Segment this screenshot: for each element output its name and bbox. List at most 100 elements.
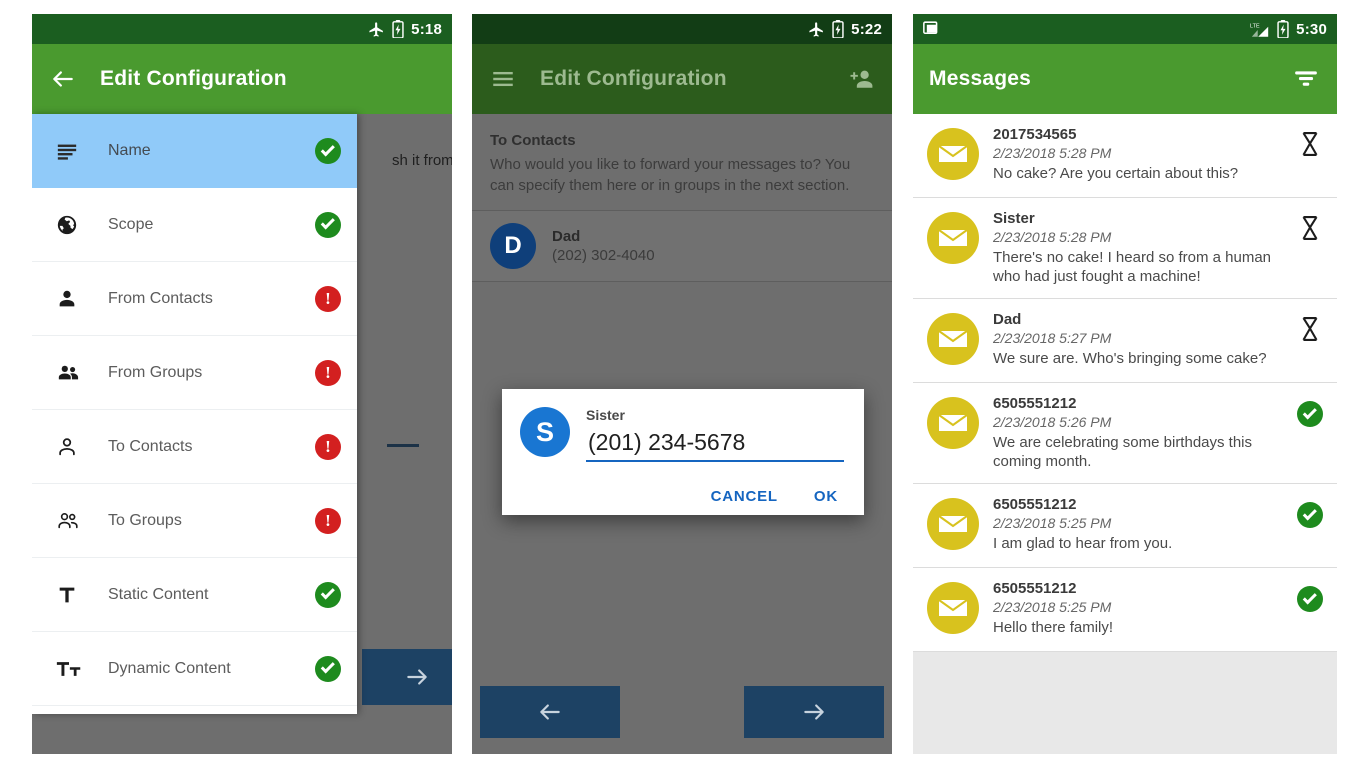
sidebar-item-dynamic-content[interactable]: Dynamic Content (32, 632, 357, 706)
app-toolbar: Messages (913, 44, 1337, 114)
envelope-icon (927, 128, 979, 180)
message-sender: 6505551212 (993, 580, 1077, 597)
list-item[interactable]: 6505551212 2/23/2018 5:25 PM Hello there… (913, 568, 1337, 652)
airplane-icon (808, 21, 825, 38)
sidebar-item-from-groups[interactable]: From Groups ! (32, 336, 357, 410)
configuration-page-body: sh it from Name Scope From Contacts ! Fr… (32, 114, 452, 754)
avatar: D (490, 223, 536, 269)
status-badge (315, 138, 341, 164)
wizard-navigation (472, 686, 892, 738)
status-badge (1297, 401, 1323, 427)
message-body: Hello there family! (993, 619, 1114, 636)
message-body: No cake? Are you certain about this? (993, 165, 1239, 182)
page-title: Edit Configuration (540, 67, 727, 90)
status-bar-right: 5:22 (808, 20, 882, 38)
back-arrow-icon[interactable] (48, 64, 78, 94)
status-badge (1297, 317, 1323, 341)
sidebar-item-name[interactable]: Name (32, 114, 357, 188)
person-filled-icon (56, 288, 86, 310)
svg-text:LTE: LTE (1250, 23, 1260, 29)
sidebar-item-label: From Contacts (108, 289, 213, 307)
status-badge: ! (315, 507, 341, 534)
status-badge: ! (315, 285, 341, 312)
envelope-icon (927, 582, 979, 634)
status-badge (315, 655, 341, 682)
section-header: To Contacts Who would you like to forwar… (472, 114, 892, 196)
previous-step-button[interactable] (480, 686, 620, 738)
status-badge (315, 211, 341, 238)
list-item[interactable]: 6505551212 2/23/2018 5:25 PM I am glad t… (913, 484, 1337, 568)
status-bar-clock: 5:18 (411, 20, 442, 38)
message-body: I am glad to hear from you. (993, 535, 1173, 552)
page-title: Messages (929, 67, 1031, 90)
status-bar-clock: 5:22 (851, 20, 882, 38)
filter-icon[interactable] (1291, 64, 1321, 94)
phone-screen-to-contacts-dialog: 5:22 Edit Configuration To Contacts Who … (472, 14, 892, 754)
add-person-icon[interactable] (846, 64, 876, 94)
sidebar-item-label: Name (108, 142, 151, 159)
contact-number: (202) 302-4040 (552, 247, 655, 264)
dialog-content: Sister CANCEL OK (586, 407, 844, 505)
contact-name: Dad (552, 228, 581, 245)
message-timestamp: 2/23/2018 5:25 PM (993, 515, 1112, 531)
sidebar-item-label: To Groups (108, 511, 182, 529)
phone-number-input[interactable] (586, 429, 844, 462)
section-description: Who would you like to forward your messa… (490, 156, 851, 194)
envelope-icon (927, 313, 979, 365)
name-lines-icon (56, 140, 86, 162)
list-item[interactable]: Sister 2/23/2018 5:28 PM There's no cake… (913, 198, 1337, 299)
messages-list: 2017534565 2/23/2018 5:28 PM No cake? Ar… (913, 114, 1337, 754)
text-t-icon (56, 584, 86, 606)
lte-signal-icon: LTE (1250, 21, 1270, 38)
message-timestamp: 2/23/2018 5:26 PM (993, 414, 1112, 430)
avatar: S (520, 407, 570, 457)
status-bar-right: 5:18 (368, 20, 442, 38)
background-partial-text: sh it from (392, 152, 452, 169)
message-sender: 2017534565 (993, 126, 1077, 143)
message-timestamp: 2/23/2018 5:28 PM (993, 229, 1112, 245)
airplane-icon (368, 21, 385, 38)
contact-list-item[interactable]: D Dad (202) 302-4040 (472, 210, 892, 282)
sidebar-item-label: Static Content (108, 585, 209, 603)
cancel-button[interactable]: CANCEL (711, 488, 778, 505)
sidebar-item-static-content[interactable]: Static Content (32, 558, 357, 632)
text-tt-icon (56, 658, 86, 680)
sidebar-item-scope[interactable]: Scope (32, 188, 357, 262)
phone-screen-messages: LTE 5:30 Messages 2017534565 2/23/2018 5… (913, 14, 1337, 754)
person-outline-icon (56, 436, 86, 458)
battery-icon (392, 20, 404, 38)
list-item[interactable]: 6505551212 2/23/2018 5:26 PM We are cele… (913, 383, 1337, 484)
to-contacts-page-body: To Contacts Who would you like to forwar… (472, 114, 892, 754)
next-step-button[interactable] (362, 649, 452, 705)
dialog-actions: CANCEL OK (586, 488, 844, 505)
message-sender: 6505551212 (993, 496, 1077, 513)
sidebar-item-to-groups[interactable]: To Groups ! (32, 484, 357, 558)
screenshot-stage: 5:18 Edit Configuration sh it from Name (0, 0, 1366, 768)
envelope-icon (927, 397, 979, 449)
message-body: We sure are. Who's bringing some cake? (993, 350, 1267, 367)
status-bar: LTE 5:30 (913, 14, 1337, 44)
dialog-label: Sister (586, 407, 625, 423)
edit-contact-dialog: S Sister CANCEL OK (502, 389, 864, 515)
next-step-button[interactable] (744, 686, 884, 738)
sidebar-item-from-contacts[interactable]: From Contacts ! (32, 262, 357, 336)
message-timestamp: 2/23/2018 5:27 PM (993, 330, 1112, 346)
ok-button[interactable]: OK (814, 488, 838, 505)
list-item[interactable]: Dad 2/23/2018 5:27 PM We sure are. Who's… (913, 299, 1337, 383)
hamburger-menu-icon[interactable] (488, 64, 518, 94)
message-content: 6505551212 2/23/2018 5:26 PM We are cele… (993, 395, 1297, 471)
app-toolbar: Edit Configuration (472, 44, 892, 114)
battery-icon (832, 20, 844, 38)
contact-details: Dad (202) 302-4040 (552, 228, 655, 264)
page-title: Edit Configuration (100, 67, 287, 90)
sidebar-item-to-contacts[interactable]: To Contacts ! (32, 410, 357, 484)
background-divider (387, 444, 419, 447)
sidebar-item-label: From Groups (108, 363, 203, 381)
message-content: Sister 2/23/2018 5:28 PM There's no cake… (993, 210, 1297, 286)
sidebar-item-label: Dynamic Content (108, 659, 231, 677)
message-sender: 6505551212 (993, 395, 1077, 412)
status-badge (1297, 586, 1323, 612)
status-badge (1297, 502, 1323, 528)
list-item[interactable]: 2017534565 2/23/2018 5:28 PM No cake? Ar… (913, 114, 1337, 198)
globe-icon (56, 214, 86, 236)
